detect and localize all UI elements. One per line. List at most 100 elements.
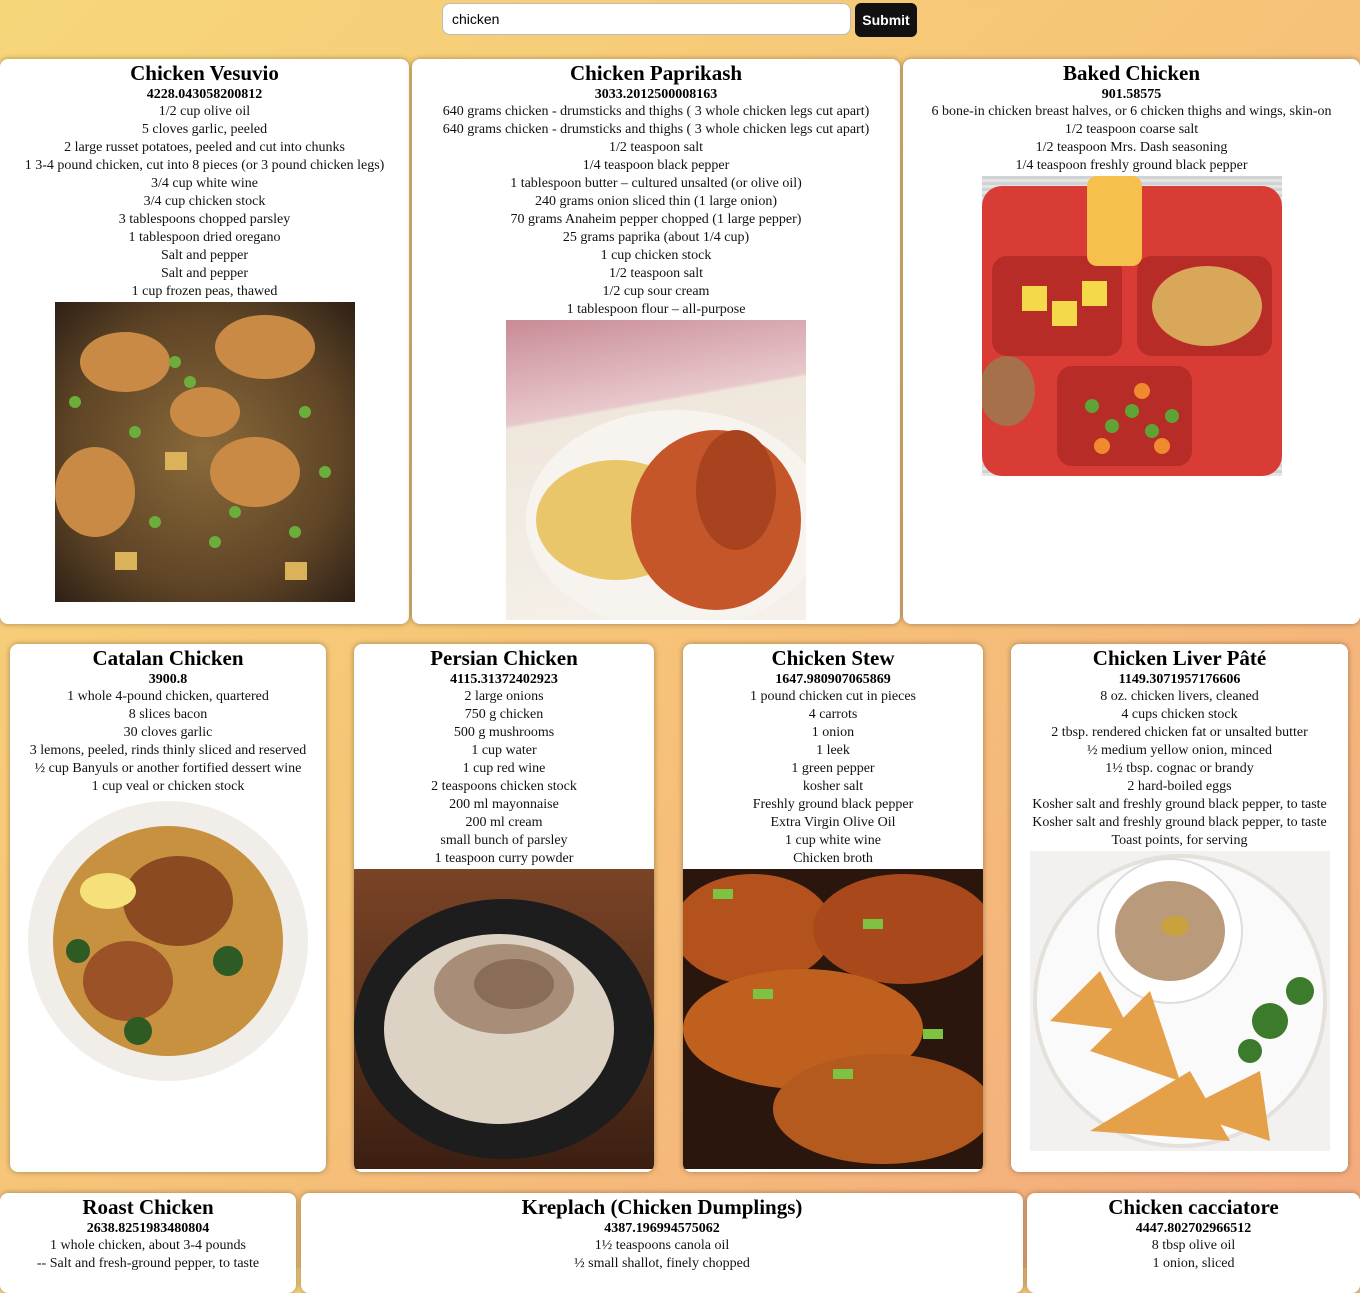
ingredient-list: 1/2 cup olive oil 5 cloves garlic, peeled…	[0, 103, 409, 301]
recipe-title: Chicken Stew	[771, 646, 895, 670]
ingredient-item: 1½ teaspoons canola oil	[594, 1238, 730, 1253]
ingredient-item: 1 3-4 pound chicken, cut into 8 pieces (…	[24, 158, 385, 173]
recipe-title: Chicken Liver Pâté	[1092, 646, 1267, 670]
recipe-title: Persian Chicken	[430, 646, 578, 670]
ingredient-item: 4 cups chicken stock	[1121, 707, 1238, 722]
recipe-photo	[18, 801, 318, 1101]
ingredient-item: 750 g chicken	[464, 707, 544, 722]
ingredient-item: 1/2 cup sour cream	[602, 284, 710, 299]
recipe-card: Roast Chicken 2638.8251983480804 1 whole c…	[0, 1193, 296, 1293]
ingredient-item: 3 lemons, peeled, rinds thinly sliced an…	[29, 743, 307, 758]
ingredient-item: 25 grams paprika (about 1/4 cup)	[562, 230, 750, 245]
ingredient-item: 4 carrots	[808, 707, 858, 722]
ingredient-list: 640 grams chicken - drumsticks and thigh…	[412, 103, 900, 319]
ingredient-item: kosher salt	[802, 779, 864, 794]
recipe-score: 901.58575	[1101, 87, 1162, 102]
ingredient-list: 2 large onions 750 g chicken 500 g mushroo…	[354, 688, 654, 868]
recipe-photo	[683, 869, 983, 1169]
recipe-card: Chicken cacciatore 4447.802702966512 8 tbs…	[1027, 1193, 1360, 1293]
recipe-photo	[54, 302, 355, 602]
ingredient-item: 2 large russet potatoes, peeled and cut …	[64, 140, 345, 155]
ingredient-item: Chicken broth	[793, 851, 873, 866]
ingredient-item: 1/2 cup olive oil	[158, 104, 251, 119]
ingredient-item: 240 grams onion sliced thin (1 large oni…	[535, 194, 777, 209]
recipe-title: Baked Chicken	[1062, 61, 1201, 85]
ingredient-item: 1 cup white wine	[784, 833, 882, 848]
ingredient-item: Freshly ground black pepper	[752, 797, 914, 812]
recipe-title: Roast Chicken	[82, 1195, 214, 1219]
ingredient-item: 1 tablespoon dried oregano	[128, 230, 281, 245]
ingredient-item: 640 grams chicken - drumsticks and thigh…	[442, 104, 870, 119]
ingredient-item: 2 hard-boiled eggs	[1127, 779, 1232, 794]
food-image	[683, 874, 983, 1164]
ingredient-item: 1/2 teaspoon Mrs. Dash seasoning	[1035, 140, 1228, 155]
ingredient-item: 1/4 teaspoon freshly ground black pepper	[1015, 158, 1248, 173]
ingredient-item: Extra Virgin Olive Oil	[770, 815, 896, 830]
ingredient-item: 8 slices bacon	[128, 707, 208, 722]
ingredient-item: 1 tablespoon butter – cultured unsalted …	[510, 176, 802, 191]
ingredient-item: ½ medium yellow onion, minced	[1086, 743, 1273, 758]
ingredient-list: 6 bone-in chicken breast halves, or 6 ch…	[903, 103, 1360, 175]
ingredient-item: 1½ tbsp. cognac or brandy	[1105, 761, 1254, 776]
recipe-score: 3900.8	[148, 672, 188, 687]
recipe-title: Chicken Vesuvio	[130, 61, 279, 85]
food-image	[28, 801, 308, 1081]
ingredient-item: 1 tablespoon flour – all-purpose	[566, 302, 746, 317]
submit-button[interactable]: Submit	[855, 3, 917, 37]
recipe-title: Kreplach (Chicken Dumplings)	[521, 1195, 803, 1219]
food-image	[354, 899, 654, 1159]
ingredient-item: 1 whole 4-pound chicken, quartered	[67, 689, 269, 704]
search-input[interactable]	[442, 3, 851, 35]
ingredient-item: ½ cup Banyuls or another fortified desse…	[34, 761, 302, 776]
recipe-score: 4228.043058200812	[146, 87, 263, 102]
ingredient-item: 1 onion	[811, 725, 855, 740]
recipe-photo	[1029, 851, 1330, 1151]
ingredient-item: 1 teaspoon curry powder	[434, 851, 574, 866]
ingredient-item: 8 tbsp olive oil	[1151, 1238, 1236, 1253]
recipe-photo	[506, 320, 806, 620]
ingredient-item: Toast points, for serving	[1111, 833, 1248, 848]
ingredient-item: 1 onion, sliced	[1152, 1256, 1235, 1271]
ingredient-item: 3/4 cup chicken stock	[143, 194, 266, 209]
ingredient-item: 2 tbsp. rendered chicken fat or unsalted…	[1051, 725, 1308, 740]
ingredient-item: 5 cloves garlic, peeled	[141, 122, 268, 137]
ingredient-item: 200 ml mayonnaise	[449, 797, 559, 812]
ingredient-item: 500 g mushrooms	[453, 725, 555, 740]
ingredient-item: 1 cup water	[471, 743, 537, 758]
ingredient-list: 1 whole 4-pound chicken, quartered 8 slic…	[10, 688, 326, 796]
recipe-card: Chicken Stew 1647.980907065869 1 pound chi…	[683, 644, 983, 1172]
recipe-score: 1149.3071957176606	[1118, 672, 1241, 687]
food-image	[526, 410, 806, 620]
ingredient-item: 3/4 cup white wine	[151, 176, 258, 191]
ingredient-item: 8 oz. chicken livers, cleaned	[1100, 689, 1259, 704]
recipe-score: 4115.31372402923	[450, 672, 558, 687]
ingredient-item: 1 green pepper	[791, 761, 875, 776]
ingredient-item: 70 grams Anaheim pepper chopped (1 large…	[510, 212, 802, 227]
recipe-title: Chicken cacciatore	[1108, 1195, 1279, 1219]
ingredient-item: 1/2 teaspoon salt	[608, 266, 704, 281]
recipe-title: Chicken Paprikash	[569, 61, 743, 85]
ingredient-item: 30 cloves garlic	[123, 725, 213, 740]
ingredient-item: Kosher salt and freshly ground black pep…	[1032, 797, 1327, 812]
recipe-score: 4387.196994575062	[604, 1221, 720, 1236]
ingredient-item: -- Salt and fresh-ground pepper, to tast…	[36, 1256, 260, 1271]
ingredient-item: Salt and pepper	[160, 266, 249, 281]
recipe-card: Baked Chicken 901.58575 6 bone-in chicken …	[903, 59, 1360, 624]
ingredient-item: 6 bone-in chicken breast halves, or 6 ch…	[931, 104, 1332, 119]
recipe-title: Catalan Chicken	[92, 646, 244, 670]
recipe-photo	[981, 176, 1282, 476]
ingredient-item: 1 leek	[816, 743, 850, 758]
recipe-card: Catalan Chicken 3900.8 1 whole 4-pound chi…	[10, 644, 326, 1172]
recipe-card: Chicken Paprikash 3033.2012500008163 640 g…	[412, 59, 900, 624]
recipe-card: Persian Chicken 4115.31372402923 2 large o…	[354, 644, 654, 1172]
recipe-card: Chicken Vesuvio 4228.043058200812 1/2 cup …	[0, 59, 409, 624]
ingredient-item: 1 cup frozen peas, thawed	[131, 284, 278, 299]
ingredient-list: 8 oz. chicken livers, cleaned 4 cups chic…	[1011, 688, 1348, 850]
recipe-score: 1647.980907065869	[775, 672, 891, 687]
ingredient-item: Salt and pepper	[160, 248, 249, 263]
ingredient-item: 2 large onions	[464, 689, 544, 704]
ingredient-item: 1 cup veal or chicken stock	[91, 779, 245, 794]
food-image	[981, 176, 1282, 476]
ingredient-item: 2 teaspoons chicken stock	[431, 779, 577, 794]
ingredient-item: 200 ml cream	[465, 815, 543, 830]
